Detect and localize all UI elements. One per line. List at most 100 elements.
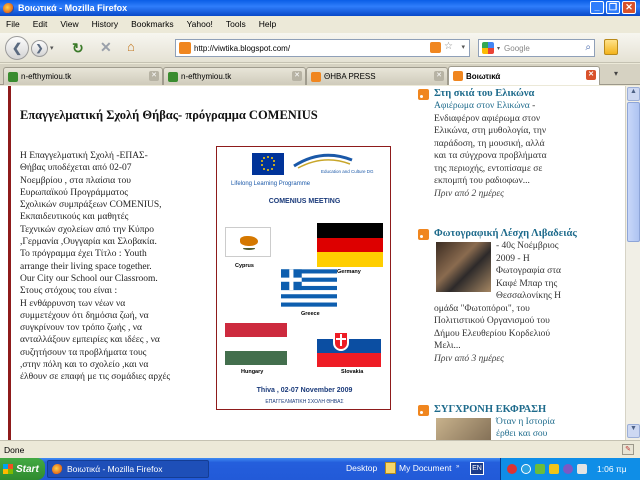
snippet-line: ομάδα "Φωτοπόροι", του	[434, 303, 530, 314]
tab-close-icon[interactable]: ✕	[149, 71, 159, 81]
stop-icon[interactable]: ✕	[100, 39, 112, 56]
flag-slovakia	[317, 325, 381, 367]
menu-yahoo[interactable]: Yahoo!	[187, 19, 213, 29]
flag-cyprus	[225, 227, 271, 257]
post-body-line: arrange their living space together.	[20, 261, 152, 272]
blog-title-link[interactable]: Φωτογραφική Λέσχη Λιβαδειάς	[416, 228, 621, 240]
menu-tools[interactable]: Tools	[226, 19, 246, 29]
blog-title-link[interactable]: Στη σκιά του Ελικώνα	[416, 88, 621, 100]
url-text: http://viwtika.blogspot.com/	[194, 43, 291, 53]
scroll-thumb[interactable]	[627, 102, 640, 242]
tab-list-icon[interactable]: ▾	[614, 69, 618, 78]
reload-icon[interactable]: ↻	[72, 40, 84, 57]
home-icon[interactable]: ⌂	[127, 39, 135, 54]
taskbar-firefox-item[interactable]: Βοιωτικά - Mozilla Firefox	[47, 460, 209, 478]
snippet-line: της περιοχής, εντοπίσαμε σε	[434, 163, 543, 174]
start-label: Start	[16, 463, 39, 475]
google-engine-icon[interactable]	[482, 42, 494, 54]
tab-close-icon[interactable]: ✕	[434, 71, 444, 81]
my-document-label[interactable]: My Document	[399, 463, 451, 473]
post-title[interactable]: Επαγγελματική Σχολή Θήβας- πρόγραμμα COM…	[20, 108, 415, 122]
yahoo-toolbar-icon[interactable]	[604, 39, 618, 55]
tab-n-efthymiou-2[interactable]: n-efthymiou.tk ✕	[163, 67, 306, 85]
menu-help[interactable]: Help	[259, 19, 276, 29]
blog-title-text: Φωτογραφική Λέσχη Λιβαδειάς	[434, 228, 577, 239]
snippet-line: Δήμου Ελευθερίου Κορδελιού	[434, 328, 551, 339]
search-magnifier-icon[interactable]: ⌕	[585, 42, 591, 53]
back-button[interactable]: ❮	[5, 36, 29, 60]
tab-close-icon[interactable]: ✕	[586, 70, 596, 80]
menu-bookmarks[interactable]: Bookmarks	[131, 19, 174, 29]
post-body-line: ,στην πόλη και το σχολείο ,και να	[20, 360, 149, 371]
label-cyprus: Cyprus	[235, 263, 254, 269]
toolbar-expand-icon[interactable]: »	[456, 464, 459, 470]
bookmark-star-icon[interactable]: ☆	[444, 41, 453, 52]
navigation-toolbar: ❮ ❯ ▾ ↻ ✕ ⌂ http://viwtika.blogspot.com/…	[0, 33, 640, 63]
tab-label: Βοιωτικά	[466, 71, 501, 81]
scroll-up-button[interactable]: ▲	[627, 87, 640, 101]
status-bar: Done ✎	[0, 440, 640, 458]
snippet-line: Ενδιαφέρον αφιέρωμα στον	[434, 113, 541, 124]
tray-security-icon[interactable]	[549, 464, 559, 474]
post-body-line: Στους στόχους του είναι :	[20, 286, 118, 297]
snippet-line: Πολιτιστικού Οργανισμού του	[434, 316, 550, 326]
flag-greece	[281, 269, 337, 307]
desktop-toolbar-label[interactable]: Desktop	[346, 463, 377, 473]
title-bar: Βοιωτικά - Mozilla Firefox _ ❐ ✕	[0, 0, 640, 16]
vertical-scrollbar[interactable]: ▲ ▼	[625, 86, 640, 440]
post-body-line: Η Επαγγελματική Σχολή -ΕΠΑΣ-	[20, 151, 148, 161]
tray-app-icon[interactable]	[563, 464, 573, 474]
search-box[interactable]: ▾ Google ⌕	[478, 39, 595, 57]
url-dropdown-icon[interactable]: ▾	[461, 43, 465, 51]
programme-text: Lifelong Learning Programme	[231, 181, 311, 187]
post-link[interactable]: Αφιέρωμα στον Ελικώνα	[434, 101, 530, 111]
scroll-down-button[interactable]: ▼	[627, 424, 640, 438]
system-tray: 1:06 πμ	[500, 458, 640, 480]
my-documents-icon	[385, 462, 396, 474]
menu-history[interactable]: History	[92, 19, 118, 29]
tray-volume-icon[interactable]	[577, 464, 587, 474]
post-body-line: Η ενθάρρυνση των νέων να	[20, 298, 126, 309]
menu-edit[interactable]: Edit	[33, 19, 48, 29]
tray-shield-icon[interactable]	[507, 464, 517, 474]
tray-network-icon[interactable]	[521, 464, 531, 474]
taskbar-item-label: Βοιωτικά - Mozilla Firefox	[67, 464, 163, 474]
menu-view[interactable]: View	[60, 19, 78, 29]
snippet-line: παράδοση, τη μουσική, αλλά	[434, 138, 545, 149]
post-body-line: έλθουν σε επαφή με τις σομάδιες αρχές	[20, 372, 171, 383]
label-greece: Greece	[301, 311, 320, 317]
status-addon-icon[interactable]: ✎	[622, 444, 634, 455]
close-window-button[interactable]: ✕	[622, 1, 636, 14]
post-body-line: Το πρόγραμμα έχει Τίτλο : Youth	[20, 249, 147, 260]
post-body-line: ,Γερμανία ,Ουγγαρία και Σλοβακία.	[20, 237, 157, 248]
post-thumbnail[interactable]	[436, 242, 491, 292]
blogger-icon	[418, 229, 429, 240]
windows-logo-icon	[3, 464, 13, 474]
post-body-line: ανταλλάξουν εμπειρίες και ιδέες , να	[20, 335, 160, 346]
label-hungary: Hungary	[241, 369, 264, 375]
menu-file[interactable]: File	[6, 19, 20, 29]
tab-close-icon[interactable]: ✕	[292, 71, 302, 81]
firefox-logo-icon	[3, 2, 14, 14]
comenius-poster: Education and Culture DG Lifelong Learni…	[216, 146, 391, 410]
clock[interactable]: 1:06 πμ	[597, 464, 627, 474]
tab-n-efthymiou-1[interactable]: n-efthymiou.tk ✕	[3, 67, 163, 85]
blog-entry: Αφιέρωμα στον Ελικώνα - Ενδιαφέρον αφιέρ…	[416, 100, 621, 200]
url-bar[interactable]: http://viwtika.blogspot.com/ ☆ ▾	[175, 39, 470, 57]
post-body-line: συγκρίνουν τον τρόπο ζωής , να	[20, 323, 142, 334]
tray-update-icon[interactable]	[535, 464, 545, 474]
llp-swoosh-logo	[292, 152, 354, 170]
maximize-button[interactable]: ❐	[606, 1, 620, 14]
minimize-button[interactable]: _	[590, 1, 604, 14]
rss-feed-icon[interactable]	[430, 42, 441, 53]
blog-title-link[interactable]: ΣΥΓΧΡΟΝΗ ΕΚΦΡΑΣΗ	[416, 404, 621, 416]
engine-dropdown-icon[interactable]: ▾	[497, 45, 500, 52]
post-thumbnail[interactable]	[436, 418, 491, 440]
language-indicator[interactable]: EN	[470, 462, 484, 475]
snippet-line: Μελι...	[434, 341, 461, 351]
history-dropdown-icon[interactable]: ▾	[50, 44, 54, 52]
tab-thiva-press[interactable]: ΘΗΒΑ PRESS ✕	[306, 67, 448, 85]
start-button[interactable]: Start	[0, 458, 45, 480]
tab-viwtika[interactable]: Βοιωτικά ✕	[448, 66, 600, 85]
forward-button[interactable]: ❯	[31, 40, 48, 57]
